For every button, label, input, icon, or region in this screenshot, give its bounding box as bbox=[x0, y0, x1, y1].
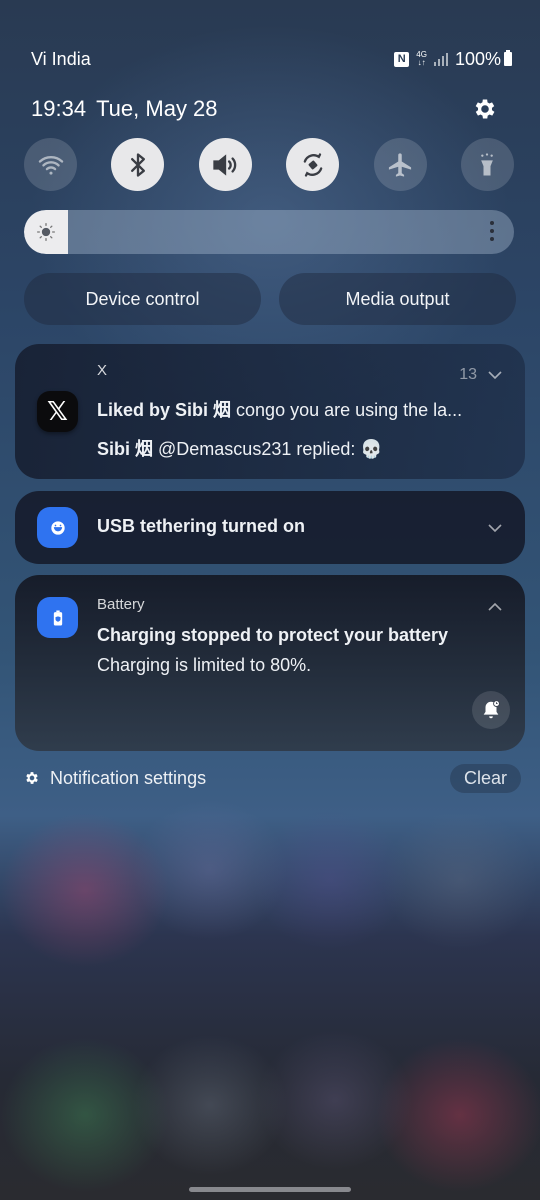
brightness-fill bbox=[24, 210, 68, 254]
chevron-down-icon[interactable] bbox=[487, 367, 503, 383]
home-gesture-bar[interactable] bbox=[189, 1187, 351, 1192]
notification-settings-label: Notification settings bbox=[50, 767, 207, 788]
bluetooth-icon bbox=[130, 152, 145, 177]
wifi-icon bbox=[38, 155, 63, 175]
clock-time[interactable]: 19:34 bbox=[31, 96, 86, 122]
notification-title: Charging stopped to protect your battery bbox=[97, 625, 449, 645]
auto-rotate-toggle[interactable] bbox=[286, 138, 340, 191]
date[interactable]: Tue, May 28 bbox=[96, 96, 217, 122]
network-type-label: 4G bbox=[416, 50, 427, 59]
brightness-slider[interactable] bbox=[24, 210, 514, 254]
notification-settings-button[interactable]: Notification settings bbox=[24, 768, 206, 789]
rotate-icon bbox=[303, 152, 323, 177]
chevron-down-icon[interactable] bbox=[487, 520, 503, 536]
battery-icon bbox=[504, 50, 512, 66]
notification-line-1: Liked by Sibi 烟 congo you are using the … bbox=[97, 396, 501, 422]
line1-text: congo you are using the la... bbox=[231, 400, 463, 420]
device-control-button[interactable]: Device control bbox=[24, 273, 261, 325]
notification-app-name: Battery bbox=[97, 596, 145, 613]
notification-title: USB tethering turned on bbox=[97, 516, 305, 536]
usb-tethering-app-icon bbox=[37, 507, 78, 548]
snooze-bell-icon bbox=[483, 700, 500, 719]
bluetooth-toggle[interactable] bbox=[111, 138, 165, 191]
quick-settings-tiles bbox=[24, 138, 514, 192]
volume-icon bbox=[213, 153, 237, 176]
notification-count: 13 bbox=[459, 366, 477, 383]
media-output-button[interactable]: Media output bbox=[279, 273, 516, 325]
notification-app-name: X bbox=[97, 362, 108, 379]
x-app-icon: 𝕏 bbox=[37, 391, 78, 432]
network-type-icon: 4G ↓↑ bbox=[416, 50, 427, 67]
snooze-button[interactable] bbox=[472, 691, 510, 729]
notification-line-2: Sibi 烟 @Demascus231 replied: 💀 bbox=[97, 435, 501, 461]
signal-icon bbox=[433, 52, 448, 66]
notification-battery[interactable]: Battery Charging stopped to protect your… bbox=[15, 575, 525, 751]
battery-percent: 100% bbox=[454, 48, 501, 69]
datetime-row: 19:34 Tue, May 28 bbox=[31, 94, 498, 124]
wifi-toggle[interactable] bbox=[24, 138, 77, 191]
clear-button[interactable]: Clear bbox=[449, 763, 521, 793]
quick-action-buttons: Device control Media output bbox=[24, 273, 516, 325]
flashlight-icon bbox=[481, 152, 494, 175]
status-icons: N 4G ↓↑ 100% bbox=[394, 49, 512, 70]
brightness-more-options-icon[interactable] bbox=[490, 221, 494, 241]
gear-icon bbox=[26, 772, 38, 784]
nfc-icon: N bbox=[394, 51, 410, 67]
carrier-name: Vi India bbox=[31, 48, 91, 69]
notification-x[interactable]: 𝕏 X 13 Liked by Sibi 烟 congo you are usi… bbox=[15, 344, 525, 479]
line1-bold: Liked by Sibi 烟 bbox=[97, 400, 232, 420]
battery-app-icon bbox=[37, 597, 78, 638]
line2-text: @Demascus231 replied: 💀 bbox=[153, 439, 383, 459]
brightness-sun-icon bbox=[37, 223, 55, 241]
notification-body: Charging is limited to 80%. bbox=[97, 655, 312, 675]
tethering-icon bbox=[50, 520, 65, 535]
status-bar: Vi India N 4G ↓↑ 100% bbox=[31, 46, 512, 72]
datetime: 19:34 Tue, May 28 bbox=[31, 96, 218, 122]
flashlight-toggle[interactable] bbox=[460, 138, 514, 191]
line2-bold: Sibi 烟 bbox=[97, 439, 154, 459]
sound-toggle[interactable] bbox=[198, 138, 252, 191]
airplane-mode-toggle[interactable] bbox=[373, 138, 427, 191]
settings-gear-icon[interactable] bbox=[472, 96, 498, 122]
notification-usb-tethering[interactable]: USB tethering turned on bbox=[15, 491, 525, 564]
airplane-icon bbox=[388, 152, 412, 177]
notification-footer: Notification settings Clear bbox=[24, 763, 521, 793]
battery-shield-icon bbox=[53, 610, 62, 625]
chevron-up-icon[interactable] bbox=[487, 599, 503, 615]
